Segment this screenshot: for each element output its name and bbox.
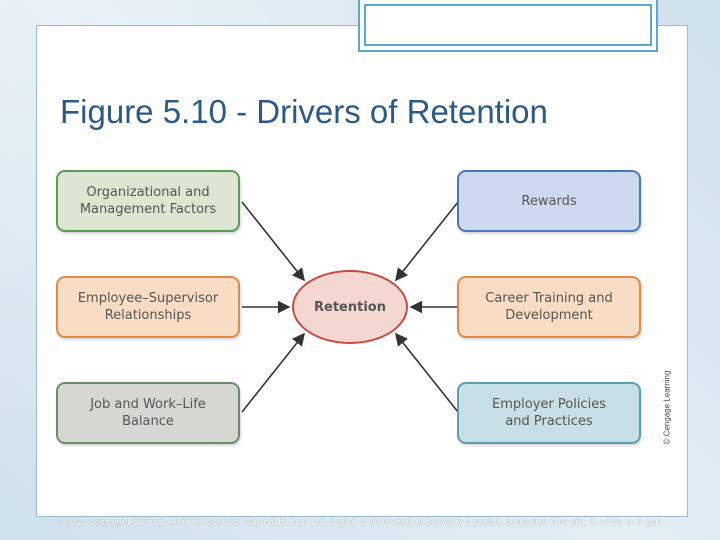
box-rewards: Rewards [457, 170, 641, 232]
copyright-footer: © 2014 Cengage Learning. All rights rese… [56, 517, 664, 527]
box-career-training: Career Training and Development [457, 276, 641, 338]
arrow-org [241, 201, 305, 282]
box-label: Rewards [521, 193, 577, 209]
box-employee-supervisor: Employee–Supervisor Relationships [56, 276, 240, 338]
box-job-work-life: Job and Work–Life Balance [56, 382, 240, 444]
arrow-balance [241, 332, 305, 413]
credit-text: © Cengage Learning [662, 370, 672, 445]
arrow-rewards [395, 201, 459, 282]
box-organizational-management: Organizational and Management Factors [56, 170, 240, 232]
box-label: Employer Policies and Practices [492, 397, 606, 429]
center-label: Retention [314, 299, 386, 315]
center-retention: Retention [292, 270, 408, 344]
box-employer-policies: Employer Policies and Practices [457, 382, 641, 444]
vertical-credit: © Cengage Learning [661, 366, 673, 446]
arrow-policies [395, 332, 459, 413]
box-label: Employee–Supervisor Relationships [77, 291, 219, 323]
box-label: Career Training and Development [485, 291, 613, 323]
box-label: Organizational and Management Factors [79, 185, 217, 217]
box-label: Job and Work–Life Balance [90, 397, 206, 429]
